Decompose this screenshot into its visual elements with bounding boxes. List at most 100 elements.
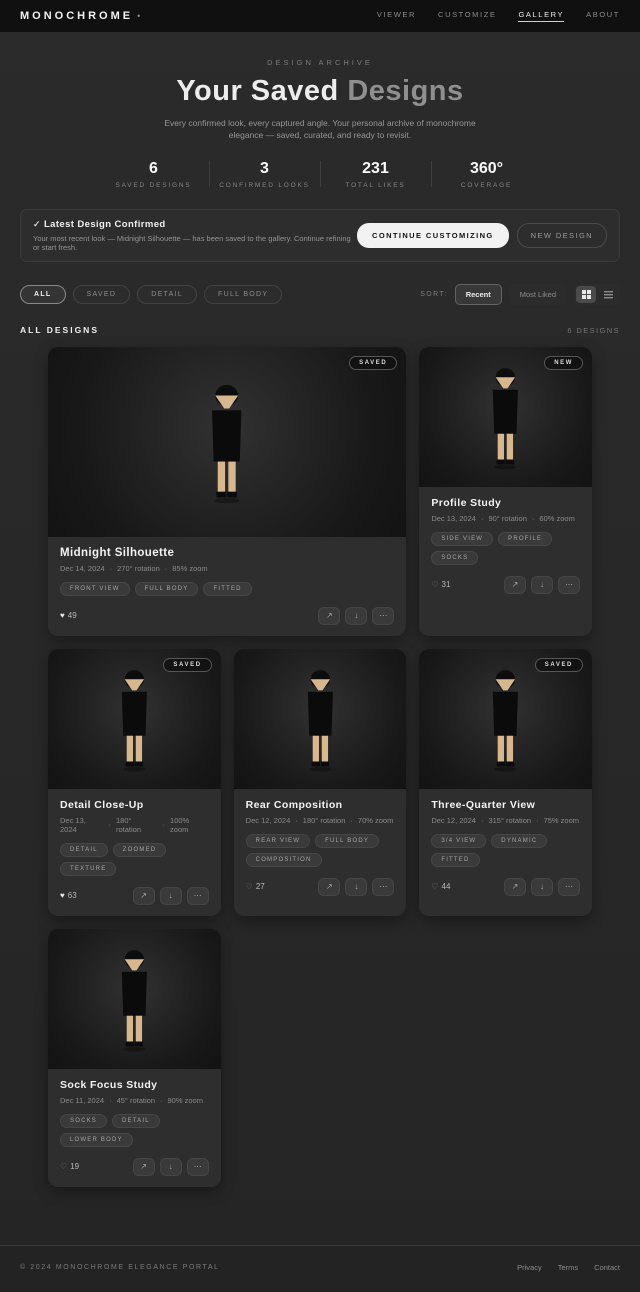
download-button[interactable]: ↓ [531,877,553,896]
nav-item-about[interactable]: ABOUT [586,10,620,22]
status-badge: NEW [544,355,583,370]
like-count: 44 [441,882,451,892]
like-count: 19 [70,1162,80,1172]
like-count: 27 [255,882,265,892]
like-button[interactable]: ♡ 27 [246,882,265,891]
download-button[interactable]: ↓ [345,877,368,896]
footer-link-contact[interactable]: Contact [594,1263,620,1272]
download-icon: ↓ [354,610,359,620]
design-card-rear-composition[interactable]: Rear Composition Dec 12, 2024 · 180° rot… [233,648,407,916]
tag-chip: FITTED [203,581,252,596]
meta-separator: · [350,815,353,825]
more-button[interactable]: ⋯ [558,877,580,896]
banner-subtitle: Your most recent look — Midnight Silhoue… [33,233,351,252]
design-card-midnight-silhouette[interactable]: SAVED Midnight Silhouette Dec 14, 2024 ·… [48,346,407,636]
like-button[interactable]: ♡ 31 [431,580,450,589]
tag-chip: REAR VIEW [245,833,311,848]
share-icon: ↗ [511,881,519,891]
design-card-three-quarter-view[interactable]: SAVED Three-Quarter View Dec 12, 2024 · … [419,648,592,916]
like-button[interactable]: ♡ 19 [60,1162,79,1171]
filter-pill-full-body[interactable]: FULL BODY [204,284,283,304]
heart-icon: ♡ [431,580,439,590]
share-button[interactable]: ↗ [318,877,341,896]
nav-item-viewer[interactable]: VIEWER [377,10,416,22]
like-button[interactable]: ♡ 44 [431,882,450,891]
download-button[interactable]: ↓ [159,886,182,905]
filter-pill-all[interactable]: ALL [20,284,66,304]
share-button[interactable]: ↗ [318,606,341,625]
heart-icon: ♥ [60,611,65,621]
grid-view-button[interactable] [576,285,596,303]
nav-item-customize[interactable]: CUSTOMIZE [438,10,496,22]
view-toggle [574,283,620,305]
sort-label: SORT: [420,290,448,298]
card-tags: REAR VIEW FULL BODY COMPOSITION [245,833,395,867]
tag-chip: DETAIL [60,842,108,857]
sort-option-most-liked[interactable]: Most Liked [508,283,567,305]
card-info: Detail Close-Up Dec 13, 2024 · 180° rota… [48,789,221,916]
stat-confirmed-looks: 3 CONFIRMED LOOKS [210,160,320,189]
card-tags: 3/4 VIEW DYNAMIC FITTED [431,833,580,867]
share-button[interactable]: ↗ [132,886,155,905]
share-button[interactable]: ↗ [132,1157,155,1176]
new-design-button[interactable]: NEW DESIGN [516,222,607,248]
card-zoom: 60% zoom [539,513,575,523]
list-view-button[interactable] [598,286,618,303]
footer-link-privacy[interactable]: Privacy [517,1263,542,1272]
card-date: Dec 14, 2024 [60,563,105,573]
card-tags: SOCKS DETAIL LOWER BODY [60,1113,209,1147]
download-button[interactable]: ↓ [531,575,553,594]
card-meta: Dec 12, 2024 · 315° rotation · 75% zoom [431,816,580,825]
more-icon: ⋯ [379,610,388,620]
more-button[interactable]: ⋯ [186,1157,209,1176]
card-image: SAVED [419,648,592,789]
tag-chip: DETAIL [112,1113,160,1128]
more-button[interactable]: ⋯ [372,877,395,896]
share-button[interactable]: ↗ [504,877,526,896]
download-button[interactable]: ↓ [159,1157,182,1176]
mannequin-figure [121,949,147,1051]
card-actions: ↗ ↓ ⋯ [132,1157,209,1176]
sort-option-recent[interactable]: Recent [454,283,502,305]
meta-separator: · [109,563,113,573]
more-button[interactable]: ⋯ [558,575,580,594]
nav-item-gallery[interactable]: GALLERY [518,10,565,22]
download-icon: ↓ [540,881,544,891]
status-badge: SAVED [534,657,583,672]
meta-separator: · [295,815,298,825]
heart-icon: ♡ [60,1162,68,1172]
card-date: Dec 11, 2024 [60,1095,105,1105]
design-card-detail-close-up[interactable]: SAVED Detail Close-Up Dec 13, 2024 · 180… [48,648,221,916]
continue-customizing-button[interactable]: CONTINUE CUSTOMIZING [357,222,509,248]
logo-dot-icon: • [137,11,141,21]
like-button[interactable]: ♥ 63 [60,891,77,900]
footer: © 2024 MONOCHROME ELEGANCE PORTAL Privac… [0,1244,640,1292]
more-button[interactable]: ⋯ [372,606,395,625]
card-rotation: 315° rotation [488,815,532,825]
like-button[interactable]: ♥ 49 [60,611,77,620]
download-icon: ↓ [540,579,544,589]
design-card-profile-study[interactable]: NEW Profile Study Dec 13, 2024 · 90° rot… [419,346,592,636]
stat-coverage: 360° COVERAGE [432,160,542,189]
share-button[interactable]: ↗ [504,575,526,594]
filter-pill-saved[interactable]: SAVED [72,284,131,304]
logo[interactable]: MONOCHROME • [20,10,140,22]
heart-icon: ♡ [245,882,253,892]
download-button[interactable]: ↓ [345,606,368,625]
stats-row: 6 SAVED DESIGNS 3 CONFIRMED LOOKS 231 TO… [0,160,640,189]
footer-links: Privacy Terms Contact [517,1263,620,1272]
stat-label: TOTAL LIKES [345,181,406,189]
design-card-sock-focus-study[interactable]: Sock Focus Study Dec 11, 2024 · 45° rota… [48,928,221,1187]
card-meta: Dec 12, 2024 · 180° rotation · 70% zoom [246,816,395,825]
more-button[interactable]: ⋯ [186,886,209,905]
banner-title-text: Latest Design Confirmed [43,218,166,230]
hero-subtitle: Every confirmed look, every captured ang… [164,118,476,141]
footer-link-terms[interactable]: Terms [558,1263,578,1272]
mannequin-figure [212,384,242,503]
tag-chip: FULL BODY [134,581,199,596]
meta-separator: · [109,1095,112,1105]
sort-options: Recent Most Liked [454,283,567,305]
tag-chip: COMPOSITION [245,852,322,867]
filter-pill-detail[interactable]: DETAIL [137,284,198,304]
card-title: Three-Quarter View [431,798,536,811]
